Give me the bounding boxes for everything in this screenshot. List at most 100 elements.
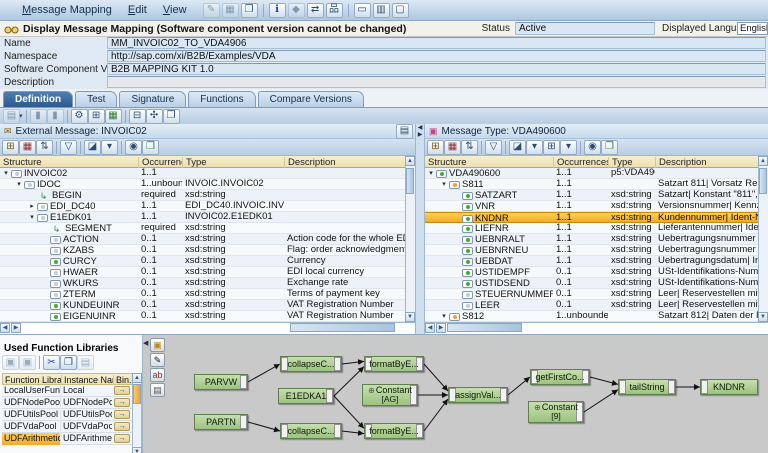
namespace-field[interactable]: http://sap.com/xi/B2B/Examples/VDA — [107, 50, 766, 62]
tab-signature[interactable]: Signature — [119, 91, 186, 107]
graph-node-partn[interactable]: PARTN — [194, 414, 248, 430]
tree-icon[interactable]: ⊞ — [2, 140, 19, 155]
target-row-uebnralt[interactable]: UEBNRALT1..1xsd:stringUebertragungsnumme… — [425, 234, 758, 245]
panel-splitter[interactable]: ◀▶ — [415, 124, 425, 334]
target-row-steuernummer[interactable]: STEUERNUMMER0..1xsd:stringLeer| Reserves… — [425, 289, 758, 300]
hierarchy-icon[interactable]: 品 — [326, 3, 343, 18]
library-row-udfvdapool[interactable]: UDFVdaPoolUDFVdaPool→ — [2, 421, 133, 433]
source-row-eigenuinr[interactable]: EIGENUINR0..1xsd:stringVAT Registration … — [0, 311, 405, 322]
source-row-begin[interactable]: ↳BEGINrequiredxsd:string — [0, 190, 405, 201]
copy-view-icon[interactable]: ❐ — [163, 109, 180, 124]
target-row-uebnrneu[interactable]: UEBNRNEU1..1xsd:stringUebertragungsnumme… — [425, 245, 758, 256]
settings-icon[interactable]: ⚙ — [71, 109, 88, 124]
collapse-node-icon[interactable]: ▾ — [439, 312, 449, 322]
grid-icon[interactable]: ▦ — [444, 140, 461, 155]
binding-arrow-button[interactable]: → — [114, 434, 130, 443]
navigation-icon[interactable]: ✣ — [146, 109, 163, 124]
graph-node-collapse1[interactable]: collapseC... — [280, 356, 342, 372]
binding-arrow-button[interactable]: → — [114, 386, 130, 395]
target-vertical-scrollbar[interactable]: ▲ ▼ — [758, 156, 768, 322]
graph-node-assignval[interactable]: assignVal... — [448, 387, 508, 403]
col-occurrences[interactable]: Occurrences — [553, 157, 608, 168]
tab-compare-versions[interactable]: Compare Versions — [258, 91, 364, 107]
table-view-icon[interactable]: ▦ — [105, 109, 122, 124]
col-structure[interactable]: Structure — [425, 157, 553, 168]
show-mapping-icon[interactable]: ▤ — [396, 124, 413, 139]
filter-icon[interactable]: ▽ — [485, 140, 502, 155]
target-row-s812[interactable]: ▾S8121..unboundedSatzart 812| Daten der … — [425, 311, 758, 322]
graph-node-const9[interactable]: ⊕Constant[9] — [528, 401, 584, 423]
col-type[interactable]: Type — [608, 157, 655, 168]
copy-icon[interactable]: ❐ — [60, 355, 77, 370]
source-row-invoic02[interactable]: ▾INVOIC021..1 — [0, 168, 405, 179]
target-row-leer[interactable]: LEER0..1xsd:stringLeer| Reservestellen m… — [425, 300, 758, 311]
source-vertical-scrollbar[interactable]: ▲ ▼ — [405, 156, 415, 322]
collapse-node-icon[interactable]: ▾ — [14, 180, 24, 190]
search-icon[interactable]: ◉ — [125, 140, 142, 155]
info-icon[interactable]: ℹ — [269, 3, 286, 18]
mapping-options-icon[interactable]: ▾ — [526, 140, 543, 155]
expand-node-icon[interactable]: ▸ — [27, 202, 37, 212]
library-row-udfarithmeticsf[interactable]: UDFArithmeticsFUDFArithmetic...→ — [2, 433, 133, 445]
target-row-ustidsend[interactable]: USTIDSEND0..1xsd:stringUSt-Identifikatio… — [425, 278, 758, 289]
library-row-localuserfuncti[interactable]: LocalUserFunctiLocal→ — [2, 385, 133, 397]
col-description[interactable]: Description — [284, 157, 405, 168]
collapse-node-icon[interactable]: ▾ — [27, 213, 37, 223]
monitor-icon[interactable]: ▢ — [392, 3, 409, 18]
clear-mapping-icon[interactable]: ◪ — [509, 140, 526, 155]
source-row-hwaer[interactable]: HWAER0..1xsd:stringEDI local currency — [0, 267, 405, 278]
status-field[interactable]: Active — [515, 22, 655, 35]
source-row-idoc[interactable]: ▾IDOC1..unboundedINVOIC.INVOIC02 — [0, 179, 405, 190]
binding-arrow-button[interactable]: → — [114, 422, 130, 431]
col-occurrences[interactable]: Occurrences — [138, 157, 182, 168]
target-row-liefnr[interactable]: LIEFNR1..1xsd:stringLieferantennummer| I… — [425, 223, 758, 234]
target-row-s811[interactable]: ▾S8111..1Satzart 811| Vorsatz Rechnungsd… — [425, 179, 758, 190]
doc-options-icon[interactable]: ▾ — [560, 140, 577, 155]
target-horizontal-scrollbar[interactable]: ◀ ▶ — [425, 322, 768, 333]
relations-icon[interactable]: ⇄ — [307, 3, 324, 18]
copy-xml-icon[interactable]: ❐ — [142, 140, 159, 155]
graph-node-kndnr[interactable]: KNDNR — [700, 379, 758, 395]
binding-arrow-button[interactable]: → — [114, 398, 130, 407]
graph-node-format1[interactable]: formatByE... — [364, 356, 424, 372]
graph-node-format2[interactable]: formatByE... — [364, 423, 424, 439]
source-row-kundeuinr[interactable]: KUNDEUINR0..1xsd:stringVAT Registration … — [0, 300, 405, 311]
print-icon[interactable]: ▭ — [354, 3, 371, 18]
dependencies-icon[interactable]: ⊟ — [129, 109, 146, 124]
copy-object-icon[interactable]: ❐ — [241, 3, 258, 18]
displayed-language-select[interactable]: English — [737, 22, 768, 35]
sort-icon[interactable]: ⇅ — [36, 140, 53, 155]
mapping-options-icon[interactable]: ▾ — [101, 140, 118, 155]
graph-node-e1edka1[interactable]: E1EDKA1 — [278, 388, 334, 404]
grid-icon[interactable]: ▦ — [19, 140, 36, 155]
target-row-satzart[interactable]: SATZART1..1xsd:stringSatzart| Konstant "… — [425, 190, 758, 201]
binding-arrow-button[interactable]: → — [114, 410, 130, 419]
menu-view[interactable]: View — [155, 3, 195, 17]
description-field[interactable] — [107, 76, 766, 88]
cut-icon[interactable]: ✂ — [43, 355, 60, 370]
source-row-wkurs[interactable]: WKURS0..1xsd:stringExchange rate — [0, 278, 405, 289]
col-description[interactable]: Description — [655, 157, 758, 168]
target-row-ustidempf[interactable]: USTIDEMPF0..1xsd:stringUSt-Identifikatio… — [425, 267, 758, 278]
source-row-edi_dc40[interactable]: ▸EDI_DC401..1EDI_DC40.INVOIC.INVOIC02 — [0, 201, 405, 212]
columns-icon[interactable]: ▥ — [373, 3, 390, 18]
source-row-e1edk01[interactable]: ▾E1EDK011..1INVOIC02.E1EDK01 — [0, 212, 405, 223]
name-field[interactable]: MM_INVOIC02_TO_VDA4906 — [107, 37, 766, 49]
target-row-kndnr[interactable]: KNDNR1..1xsd:stringKundennummer| Ident-N… — [425, 212, 758, 223]
collapse-divider-arrow[interactable]: ◀ — [143, 339, 148, 347]
library-row-udfnodepool[interactable]: UDFNodePoolUDFNodePool→ — [2, 397, 133, 409]
collapse-node-icon[interactable]: ▾ — [426, 169, 436, 179]
target-row-vda490600[interactable]: ▾VDA4906001..1p5:VDA490600 — [425, 168, 758, 179]
collapse-node-icon[interactable]: ▾ — [439, 180, 449, 190]
source-row-zterm[interactable]: ZTERM0..1xsd:stringTerms of payment key — [0, 289, 405, 300]
graph-node-tailstring[interactable]: tailString — [618, 379, 676, 395]
software-component-version-field[interactable]: B2B MAPPING KIT 1.0 — [107, 63, 766, 75]
target-row-uebdat[interactable]: UEBDAT1..1xsd:stringUebertragungsdatum| … — [425, 256, 758, 267]
show-data-flow-icon[interactable]: ▣ — [150, 338, 165, 352]
rename-icon[interactable]: ab — [150, 368, 165, 382]
search-icon[interactable]: ◉ — [584, 140, 601, 155]
new-document-icon[interactable]: ⊞ — [88, 109, 105, 124]
copy-xml-icon[interactable]: ❐ — [601, 140, 618, 155]
tab-definition[interactable]: Definition — [3, 91, 73, 107]
target-row-vnr[interactable]: VNR1..1xsd:stringVersionsnummer| Kennzei… — [425, 201, 758, 212]
